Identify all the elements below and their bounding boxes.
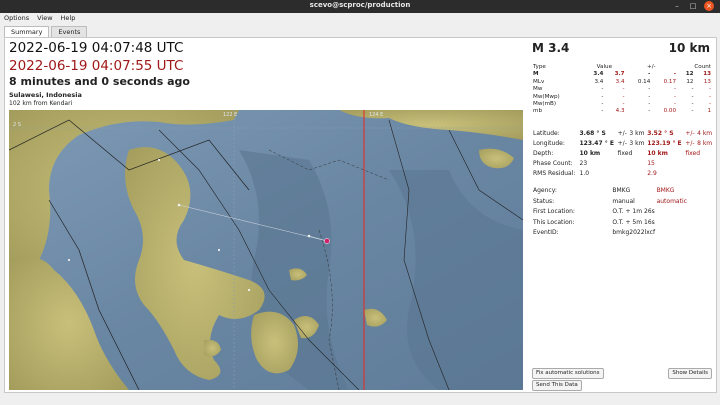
event-map[interactable]: 2 S 122 E 124 E	[9, 110, 523, 390]
automatic-origin-time: 2022-06-19 04:07:55 UTC	[9, 58, 184, 74]
window-title: scevo@scproc/production	[309, 1, 411, 9]
depth-row: Depth: 10 km fixed 10 km fixed	[533, 150, 701, 157]
grid-lat-label: 2 S	[13, 122, 21, 128]
menu-options[interactable]: Options	[4, 13, 29, 24]
maximize-icon[interactable]: □	[688, 1, 698, 11]
magnitude-value: M 3.4	[532, 41, 570, 55]
first-location-row: First Location: O.T. + 1m 26s	[533, 208, 655, 215]
tab-events[interactable]: Events	[51, 26, 88, 37]
window-titlebar: scevo@scproc/production – □ ×	[0, 0, 720, 13]
nearest-city-distance: 102 km from Kendari	[9, 100, 73, 107]
grid-lon-label-2: 124 E	[369, 112, 383, 118]
station-marker[interactable]	[177, 203, 181, 207]
elapsed-time: 8 minutes and 0 seconds ago	[9, 75, 190, 88]
origin-time: 2022-06-19 04:07:48 UTC	[9, 40, 184, 56]
phase-count-row: Phase Count: 23 15	[533, 160, 655, 167]
send-this-data-button[interactable]: Send This Data	[532, 380, 582, 391]
status-row: Status: manual automatic	[533, 197, 687, 205]
this-location-row: This Location: O.T. + 5m 16s	[533, 218, 655, 226]
epicenter-marker[interactable]	[324, 238, 330, 244]
magnitude-table: Type Value +/- Count M 3.4 3.7 - - 12 13…	[532, 64, 712, 116]
station-marker[interactable]	[247, 288, 251, 292]
fix-automatic-solutions-button[interactable]: Fix automatic solutions	[532, 368, 604, 379]
menu-help[interactable]: Help	[61, 13, 76, 24]
magnitude-row: Mw(mB) - - - - - -	[533, 101, 711, 108]
rms-residual-row: RMS Residual: 1.0 2.9	[533, 170, 657, 177]
tab-bar: Summary Events	[4, 26, 88, 37]
header-value: Value	[596, 64, 613, 70]
menu-view[interactable]: View	[37, 13, 52, 24]
event-meta-table: Agency: BMKG BMKG Status: manual automat…	[532, 186, 714, 239]
close-icon[interactable]: ×	[704, 1, 714, 11]
summary-panel: 2022-06-19 04:07:48 UTC 2022-06-19 04:07…	[4, 37, 717, 393]
station-marker[interactable]	[217, 248, 221, 252]
station-marker[interactable]	[307, 234, 311, 238]
header-uncertainty: +/-	[647, 64, 656, 70]
magnitude-row: mb - 4.3 - 0.00 - 1	[533, 108, 711, 115]
minimize-icon[interactable]: –	[672, 1, 682, 11]
grid-lon-label: 122 E	[223, 112, 237, 118]
header-count: Count	[694, 64, 711, 70]
agency-row: Agency: BMKG BMKG	[533, 187, 675, 194]
show-details-button[interactable]: Show Details	[668, 368, 712, 379]
menu-bar: Options View Help	[0, 13, 720, 24]
tab-summary[interactable]: Summary	[4, 26, 50, 37]
latitude-row: Latitude: 3.68 ° S +/- 3 km 3.52 ° S +/-…	[533, 130, 713, 137]
longitude-row: Longitude: 123.47 ° E +/- 3 km 123.19 ° …	[533, 140, 713, 147]
magnitude-row: M 3.4 3.7 - - 12 13	[533, 71, 711, 78]
header-type: Type	[533, 64, 546, 70]
magnitude-row: Mw(Mwp) - - - - - -	[533, 93, 711, 100]
region-name: Sulawesi, Indonesia	[9, 91, 82, 99]
depth-value: 10 km	[668, 41, 710, 55]
map-canvas: 2 S 122 E 124 E	[9, 110, 523, 390]
magnitude-header-row: Type Value +/- Count	[532, 64, 712, 71]
station-marker[interactable]	[157, 158, 161, 162]
magnitude-row: MLv 3.4 3.4 0.14 0.17 12 13	[533, 78, 711, 85]
magnitude-row: Mw - - - - - -	[533, 86, 711, 93]
location-table: Latitude: 3.68 ° S +/- 3 km 3.52 ° S +/-…	[532, 129, 714, 179]
station-marker[interactable]	[67, 258, 71, 262]
event-id-row: EventID: bmkg2022lxcf	[533, 229, 656, 236]
